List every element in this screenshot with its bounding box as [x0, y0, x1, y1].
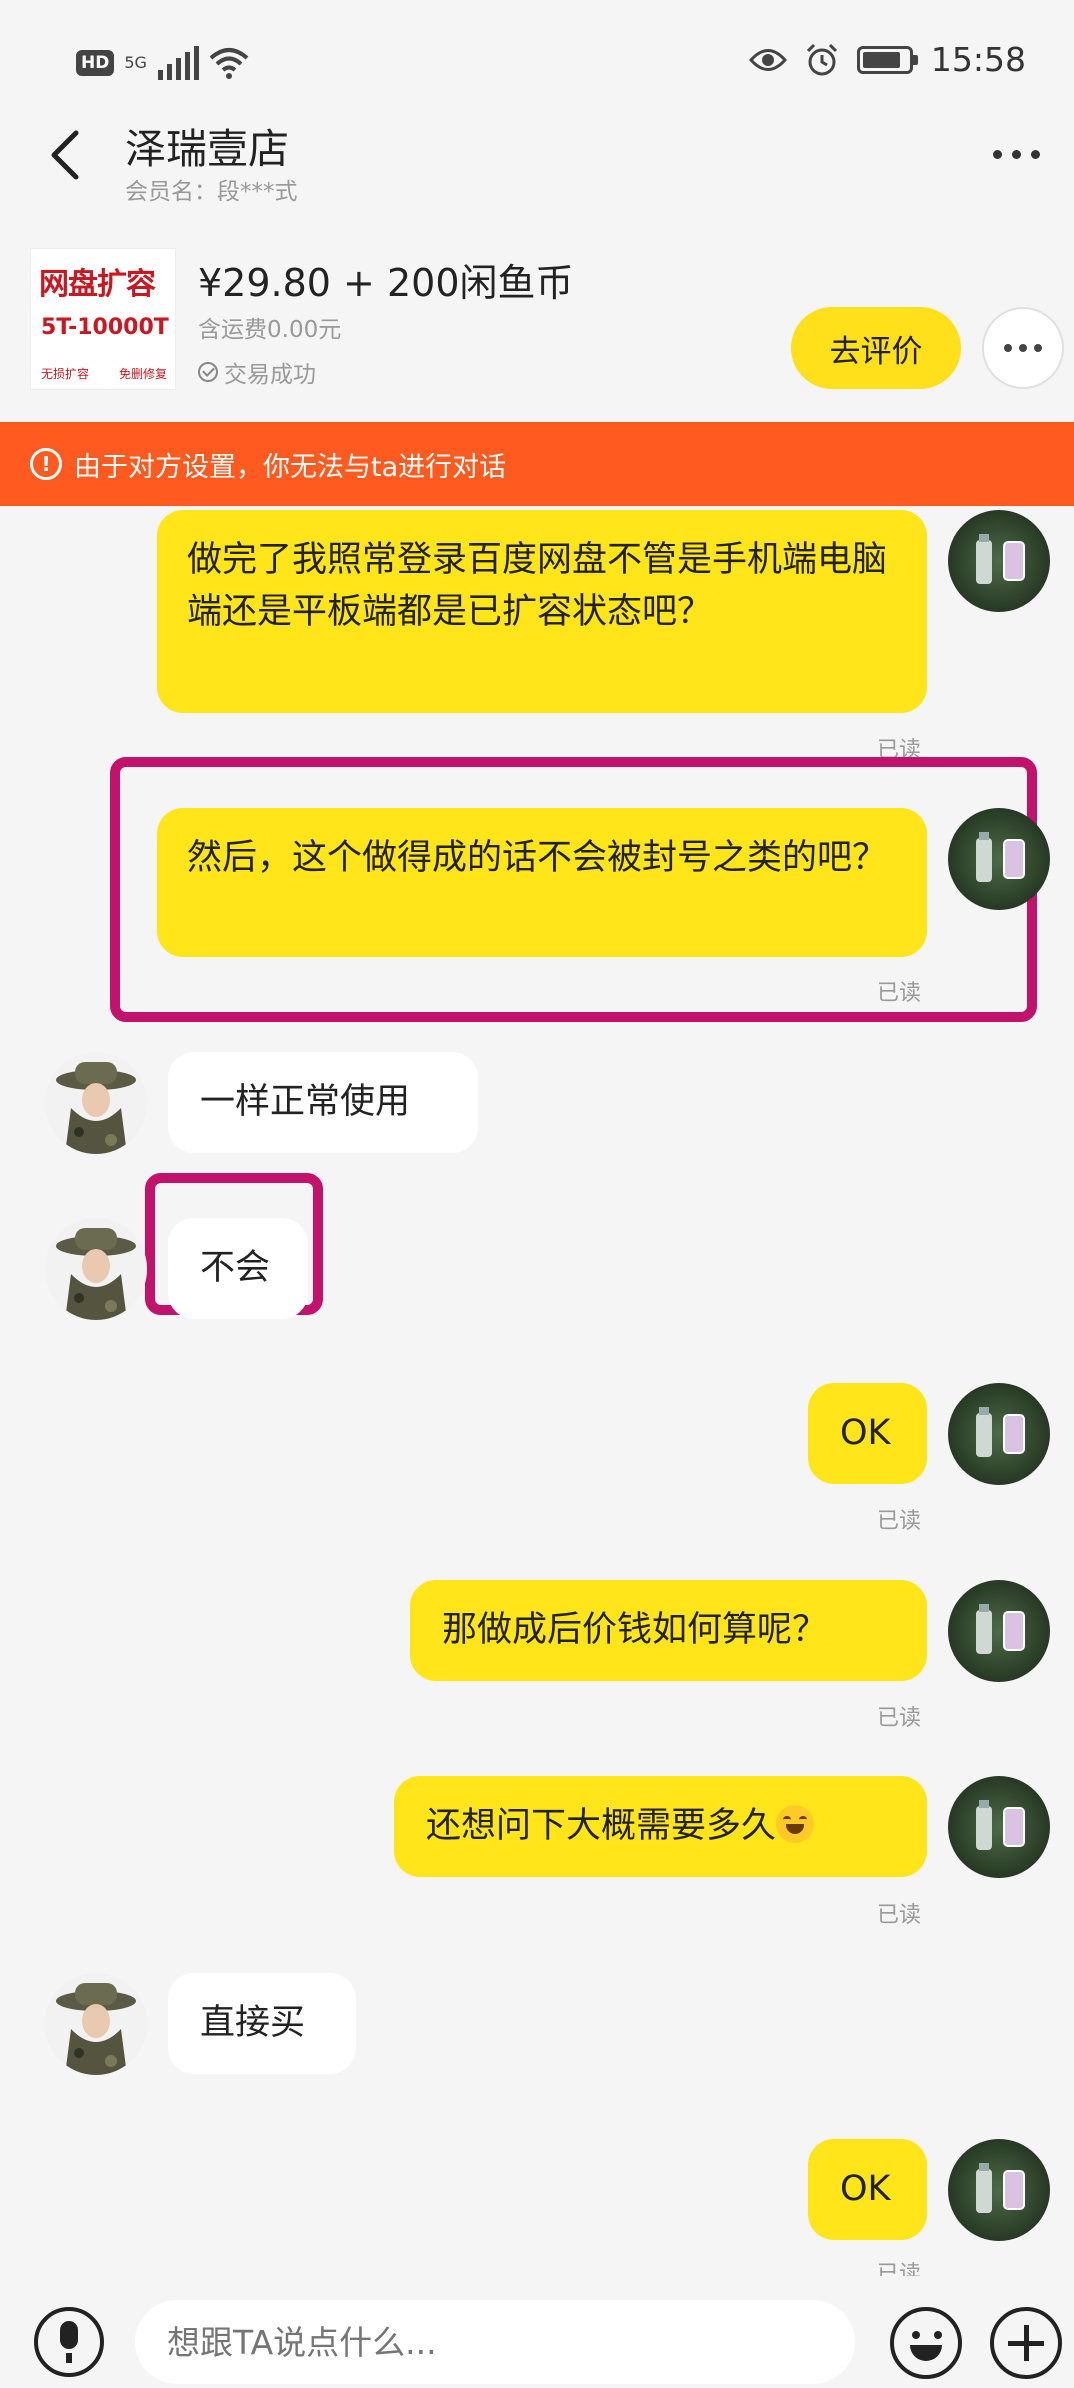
- back-arrow-icon[interactable]: [40, 125, 90, 185]
- chat-bubble-sent[interactable]: OK: [808, 1383, 927, 1484]
- hd-badge: HD: [76, 50, 115, 76]
- member-name: 会员名：段***式: [125, 179, 298, 205]
- thumb-note-right: 免删修复: [118, 367, 167, 381]
- battery-level: [862, 51, 901, 68]
- read-status: 已读: [877, 1706, 922, 1731]
- my-avatar[interactable]: [948, 1383, 1050, 1485]
- read-status: 已读: [877, 1903, 922, 1928]
- product-price: ¥29.80 + 200闲鱼币: [198, 261, 574, 305]
- status-left: HD 5G: [76, 46, 249, 80]
- chat-bubble-received[interactable]: 直接买: [168, 1973, 356, 2074]
- product-thumbnail[interactable]: 网盘扩容 5T-10000T 无损扩容 免删修复: [30, 248, 176, 390]
- alarm-icon: [806, 43, 837, 75]
- chat-bubble-received[interactable]: 不会: [168, 1218, 308, 1319]
- thumb-capacity: 5T-10000T: [41, 315, 169, 340]
- status-right: 15:58: [748, 40, 1026, 79]
- my-avatar[interactable]: [948, 1776, 1050, 1878]
- contact-avatar[interactable]: [45, 1973, 147, 2075]
- my-avatar[interactable]: [948, 510, 1050, 612]
- chat-bubble-received[interactable]: 一样正常使用: [168, 1052, 478, 1153]
- message-text: 还想问下大概需要多久: [426, 1806, 777, 1846]
- emoji-icon[interactable]: [890, 2307, 962, 2379]
- wifi-icon: [210, 48, 249, 79]
- deal-status: 交易成功: [198, 355, 316, 389]
- battery-icon: [856, 45, 918, 74]
- shipping-fee: 含运费0.00元: [198, 317, 342, 343]
- thumb-note-left: 无损扩容: [41, 367, 90, 381]
- contact-avatar[interactable]: [45, 1218, 147, 1320]
- microphone-icon[interactable]: [34, 2307, 104, 2377]
- chat-bubble-sent[interactable]: 然后，这个做得成的话不会被封号之类的吧？: [157, 808, 927, 957]
- more-options-icon[interactable]: [993, 150, 1040, 159]
- signal-icon: [158, 46, 200, 80]
- contact-avatar[interactable]: [45, 1052, 147, 1154]
- warning-icon: !: [30, 448, 62, 480]
- check-circle-icon: [198, 362, 218, 382]
- my-avatar[interactable]: [948, 1580, 1050, 1682]
- page-title: 泽瑞壹店: [125, 125, 289, 173]
- notice-text: 由于对方设置，你无法与ta进行对话: [74, 451, 507, 483]
- chat-bubble-sent[interactable]: OK: [808, 2139, 927, 2240]
- notice-banner: ! 由于对方设置，你无法与ta进行对话: [0, 422, 1074, 506]
- status-bar: HD 5G 15:58: [0, 0, 1074, 130]
- my-avatar[interactable]: [948, 2139, 1050, 2241]
- my-avatar[interactable]: [948, 808, 1050, 910]
- product-more-button[interactable]: [982, 307, 1064, 389]
- read-status: 已读: [877, 1509, 922, 1534]
- read-status: 已读: [877, 981, 922, 1006]
- chat-bubble-sent[interactable]: 做完了我照常登录百度网盘不管是手机端电脑端还是平板端都是已扩容状态吧？: [157, 510, 927, 713]
- message-input[interactable]: [135, 2300, 855, 2384]
- eye-icon: [748, 48, 787, 71]
- chat-bubble-sent[interactable]: 还想问下大概需要多久: [394, 1776, 927, 1877]
- plus-icon[interactable]: [990, 2307, 1062, 2379]
- read-status: 已读: [877, 2262, 922, 2276]
- clock: 15:58: [930, 40, 1026, 79]
- thumb-title: 网盘扩容: [39, 267, 156, 302]
- deal-status-text: 交易成功: [224, 362, 316, 388]
- review-button[interactable]: 去评价: [791, 307, 961, 389]
- network-type: 5G: [124, 53, 147, 72]
- chat-bubble-sent[interactable]: 那做成后价钱如何算呢？: [410, 1580, 927, 1681]
- tears-of-joy-emoji-icon: [776, 1805, 815, 1843]
